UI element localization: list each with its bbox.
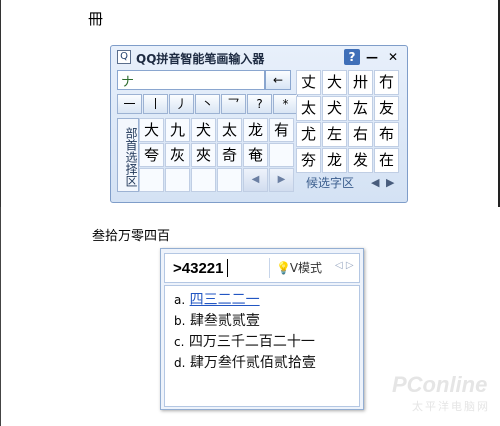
candidate-cell[interactable]: 太 [296, 96, 321, 121]
list-item[interactable]: a. 四三二二一 [174, 290, 359, 311]
candidate-grid: 丈 大 卅 冇 太 犬 厷 友 尤 左 右 布 夯 龙 发 在 [296, 70, 399, 173]
radical-cell[interactable]: 奇 [217, 143, 242, 167]
watermark-subtitle: 太平洋电脑网 [412, 400, 490, 413]
candidate-cell[interactable]: 犬 [322, 96, 347, 121]
candidate-next-icon[interactable]: ▶ [386, 174, 394, 192]
radical-cell[interactable] [165, 168, 190, 192]
radical-cell[interactable]: 大 [139, 118, 164, 142]
stroke-key-zhe[interactable]: 乛 [221, 94, 246, 114]
vmode-badge[interactable]: 💡 V模式 [269, 258, 327, 278]
candidate-cell[interactable]: 右 [348, 122, 373, 147]
stroke-key-heng[interactable]: 一 [117, 94, 142, 114]
left-edge-lower [0, 207, 1, 426]
candidate-cell[interactable]: 布 [374, 122, 399, 147]
radical-cell[interactable] [191, 168, 216, 192]
candidate-cell[interactable]: 夯 [296, 148, 321, 173]
radical-grid: 大 九 犬 太 龙 有 夸 灰 夾 奇 奄 ◀ ▶ [139, 118, 294, 192]
candidate-area-label: 候选字区 [306, 176, 355, 190]
vmode-input[interactable]: >43221 [173, 260, 223, 277]
radical-cell[interactable]: 奄 [243, 143, 268, 167]
watermark-logo: PConline [392, 372, 488, 397]
item-text: 肆叁贰贰壹 [189, 313, 260, 329]
candidate-cell[interactable]: 厷 [348, 96, 373, 121]
stroke-input[interactable]: ナ [117, 70, 265, 90]
stroke-key-pie[interactable]: 丿 [169, 94, 194, 114]
minimize-button[interactable]: — [364, 49, 380, 65]
item-key: a. [174, 293, 186, 307]
stroke-ime-panel: Q QQ拼音智能笔画输入器 ? — ✕ ナ ← 一 丨 丿 丶 乛 ? * 部首… [110, 45, 408, 203]
stroke-key-dian[interactable]: 丶 [195, 94, 220, 114]
item-text: 肆万叁仟贰佰贰拾壹 [189, 355, 316, 371]
item-text: 四三二二一 [189, 292, 260, 308]
radical-cell[interactable] [217, 168, 242, 192]
left-edge [0, 0, 1, 207]
radical-cell[interactable] [269, 143, 294, 167]
vmode-candidate-list: a. 四三二二一 b. 肆叁贰贰壹 c. 四万三千二百二十一 d. 肆万叁仟贰佰… [164, 285, 360, 407]
vmode-ime-panel: >43221 💡 V模式 ◁ ▷ a. 四三二二一 b. 肆叁贰贰壹 c. 四万… [160, 248, 364, 410]
radical-area-label: 部首选择区 [117, 118, 139, 192]
converted-text: 叁拾万零四百 [92, 229, 171, 244]
list-item[interactable]: c. 四万三千二百二十一 [174, 332, 359, 353]
radical-cell[interactable]: 灰 [165, 143, 190, 167]
page-arrows-icon[interactable]: ◁ ▷ [335, 260, 354, 271]
candidate-cell[interactable]: 卅 [348, 70, 373, 95]
stroke-key-wildcard[interactable]: * [273, 94, 298, 114]
vmode-header: >43221 💡 V模式 ◁ ▷ [164, 253, 360, 283]
qq-logo-icon: Q [117, 50, 131, 64]
candidate-cell[interactable]: 发 [348, 148, 373, 173]
list-item[interactable]: b. 肆叁贰贰壹 [174, 311, 359, 332]
radical-prev-icon[interactable]: ◀ [243, 168, 268, 192]
candidate-footer: 候选字区 ◀ ▶ [296, 174, 399, 192]
stroke-key-row: 一 丨 丿 丶 乛 ? * [117, 94, 299, 114]
item-key: c. [174, 335, 185, 349]
help-button[interactable]: ? [344, 49, 360, 65]
item-key: d. [174, 356, 186, 370]
list-item[interactable]: d. 肆万叁仟贰佰贰拾壹 [174, 353, 359, 374]
item-key: b. [174, 314, 186, 328]
radical-cell[interactable]: 龙 [243, 118, 268, 142]
radical-cell[interactable] [139, 168, 164, 192]
candidate-cell[interactable]: 左 [322, 122, 347, 147]
radical-cell[interactable]: 有 [269, 118, 294, 142]
candidate-cell[interactable]: 龙 [322, 148, 347, 173]
radical-next-icon[interactable]: ▶ [269, 168, 294, 192]
candidate-cell[interactable]: 冇 [374, 70, 399, 95]
lightbulb-icon: 💡 [276, 261, 291, 275]
stroke-key-shu[interactable]: 丨 [143, 94, 168, 114]
candidate-prev-icon[interactable]: ◀ [371, 174, 379, 192]
radical-cell[interactable]: 犬 [191, 118, 216, 142]
ime-title: QQ拼音智能笔画输入器 [136, 52, 265, 66]
candidate-cell[interactable]: 丈 [296, 70, 321, 95]
backspace-button[interactable]: ← [265, 70, 291, 90]
radical-cell[interactable]: 夸 [139, 143, 164, 167]
candidate-cell[interactable]: 在 [374, 148, 399, 173]
text-cursor [227, 259, 228, 277]
stroke-key-unknown[interactable]: ? [247, 94, 272, 114]
ime-title-bar[interactable]: Q QQ拼音智能笔画输入器 ? — ✕ [111, 46, 407, 68]
candidate-cell[interactable]: 尤 [296, 122, 321, 147]
vmode-label: V模式 [289, 261, 323, 275]
radical-cell[interactable]: 九 [165, 118, 190, 142]
typed-character: 冊 [88, 10, 104, 28]
candidate-cell[interactable]: 友 [374, 96, 399, 121]
candidate-cell[interactable]: 大 [322, 70, 347, 95]
radical-cell[interactable]: 太 [217, 118, 242, 142]
item-text: 四万三千二百二十一 [188, 334, 315, 350]
close-button[interactable]: ✕ [385, 49, 401, 65]
radical-cell[interactable]: 夾 [191, 143, 216, 167]
